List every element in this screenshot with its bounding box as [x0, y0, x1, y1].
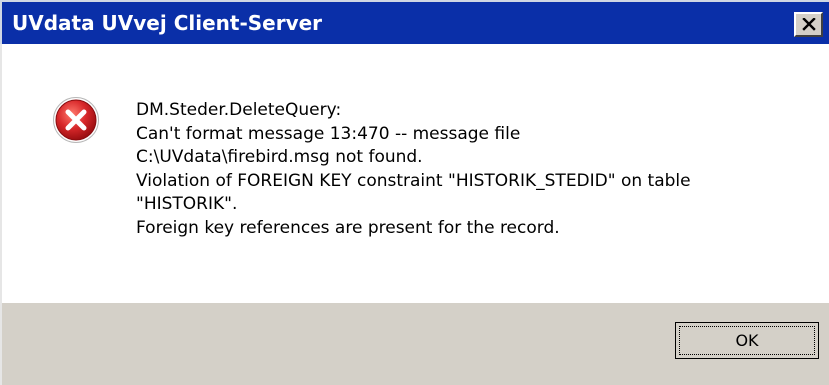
message-line: "HISTORIK".: [136, 194, 238, 214]
message-line: Foreign key references are present for t…: [136, 217, 560, 238]
error-dialog: UVdata UVvej Client-Server DM.Steder.Del…: [0, 0, 829, 385]
window-title: UVdata UVvej Client-Server: [12, 11, 323, 35]
close-button[interactable]: [794, 12, 823, 37]
ok-button-label: OK: [679, 326, 815, 355]
message-line: Violation of FOREIGN KEY constraint "HIS…: [136, 170, 691, 191]
message-line: Can't format message 13:470 -- message f…: [136, 123, 521, 144]
title-bar[interactable]: UVdata UVvej Client-Server: [0, 0, 829, 44]
ok-button[interactable]: OK: [675, 322, 819, 359]
message-line: C:\UVdata\firebird.msg not found.: [136, 147, 423, 167]
error-message: DM.Steder.DeleteQuery: Can't format mess…: [136, 99, 796, 240]
close-icon: [801, 18, 816, 31]
button-bar: OK: [0, 303, 829, 385]
message-area: DM.Steder.DeleteQuery: Can't format mess…: [0, 44, 829, 303]
error-icon: [53, 97, 99, 143]
message-line: DM.Steder.DeleteQuery:: [136, 100, 342, 120]
